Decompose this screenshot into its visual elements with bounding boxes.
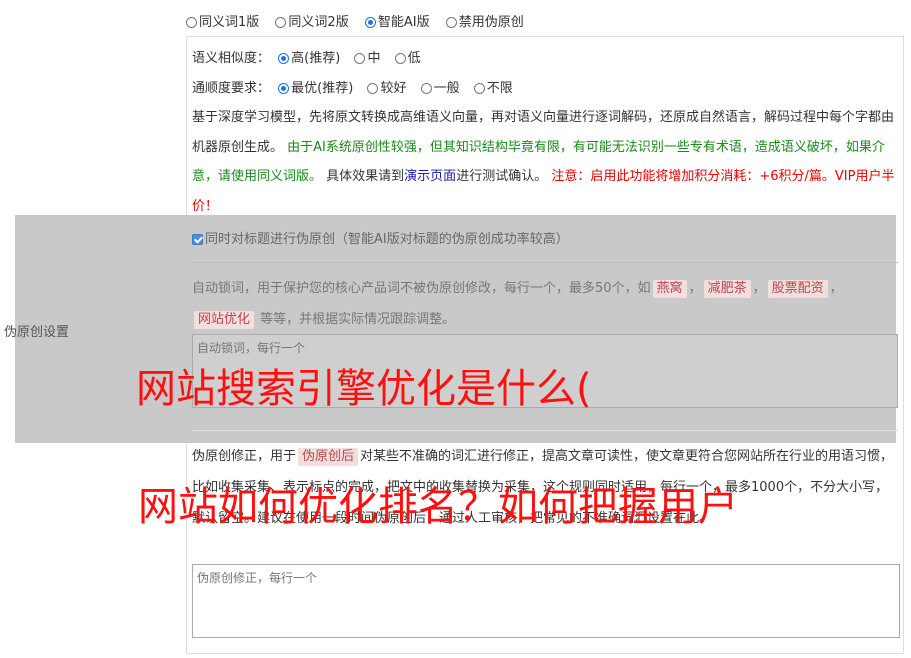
example-tag: 燕窝 <box>652 280 687 298</box>
divider <box>192 262 898 263</box>
fluency-label: 通顺度要求： <box>192 81 271 96</box>
radio-icon[interactable] <box>394 53 406 64</box>
checkbox-checked-icon[interactable] <box>192 234 203 245</box>
correction-textarea[interactable] <box>192 564 900 638</box>
lock-words-description: 自动锁词，用于保护您的核心产品词不被伪原创修改，每行一个，最多50个，如 燕窝，减… <box>192 280 843 329</box>
radio-icon[interactable] <box>354 53 366 64</box>
title-pseudo-original-checkbox[interactable]: 同时对标题进行伪原创（智能AI版对标题的伪原创成功率较高） <box>192 228 569 247</box>
option-ai[interactable]: 智能AI版 <box>364 11 430 30</box>
fluency-best[interactable]: 最优(推荐) <box>278 77 353 96</box>
fluency-row: 通顺度要求： 最优(推荐) 较好 一般 不限 <box>192 77 523 96</box>
similarity-high[interactable]: 高(推荐) <box>278 47 340 66</box>
example-tag: 股票配资 <box>767 280 828 298</box>
similarity-mid[interactable]: 中 <box>354 47 380 66</box>
section-label: 伪原创设置 <box>4 325 70 340</box>
fluency-any[interactable]: 不限 <box>473 77 513 96</box>
divider <box>192 430 898 431</box>
watermark-headline: 网站如何优化排名？如何把握用户 <box>138 484 738 530</box>
option-disable[interactable]: 禁用伪原创 <box>445 11 524 30</box>
example-tag: 伪原创后 <box>298 448 359 466</box>
radio-icon[interactable] <box>275 17 287 28</box>
radio-selected-icon[interactable] <box>278 83 290 94</box>
version-options: 同义词1版 同义词2版 智能AI版 禁用伪原创 <box>186 11 536 30</box>
watermark-headline: 网站搜索引擎优化是什么( <box>136 366 592 412</box>
radio-icon[interactable] <box>367 83 379 94</box>
radio-selected-icon[interactable] <box>364 17 376 28</box>
radio-selected-icon[interactable] <box>278 53 290 64</box>
ai-description: 基于深度学习模型，先将原文转换成高维语义向量，再对语义向量进行逐词解码，还原成自… <box>192 110 895 214</box>
option-synonym-v2[interactable]: 同义词2版 <box>275 11 349 30</box>
radio-icon[interactable] <box>186 17 197 28</box>
similarity-row: 语义相似度： 高(推荐) 中 低 <box>192 47 431 66</box>
fluency-normal[interactable]: 一般 <box>420 77 460 96</box>
radio-icon[interactable] <box>445 17 457 28</box>
radio-icon[interactable] <box>473 83 485 94</box>
example-tag: 网站优化 <box>194 311 255 329</box>
similarity-low[interactable]: 低 <box>394 47 421 66</box>
radio-icon[interactable] <box>420 83 432 94</box>
similarity-label: 语义相似度： <box>192 51 271 66</box>
demo-page-link[interactable]: 演示页面 <box>404 169 456 184</box>
option-synonym-v1[interactable]: 同义词1版 <box>186 11 259 30</box>
fluency-good[interactable]: 较好 <box>367 77 406 96</box>
example-tag: 减肥茶 <box>703 280 751 298</box>
